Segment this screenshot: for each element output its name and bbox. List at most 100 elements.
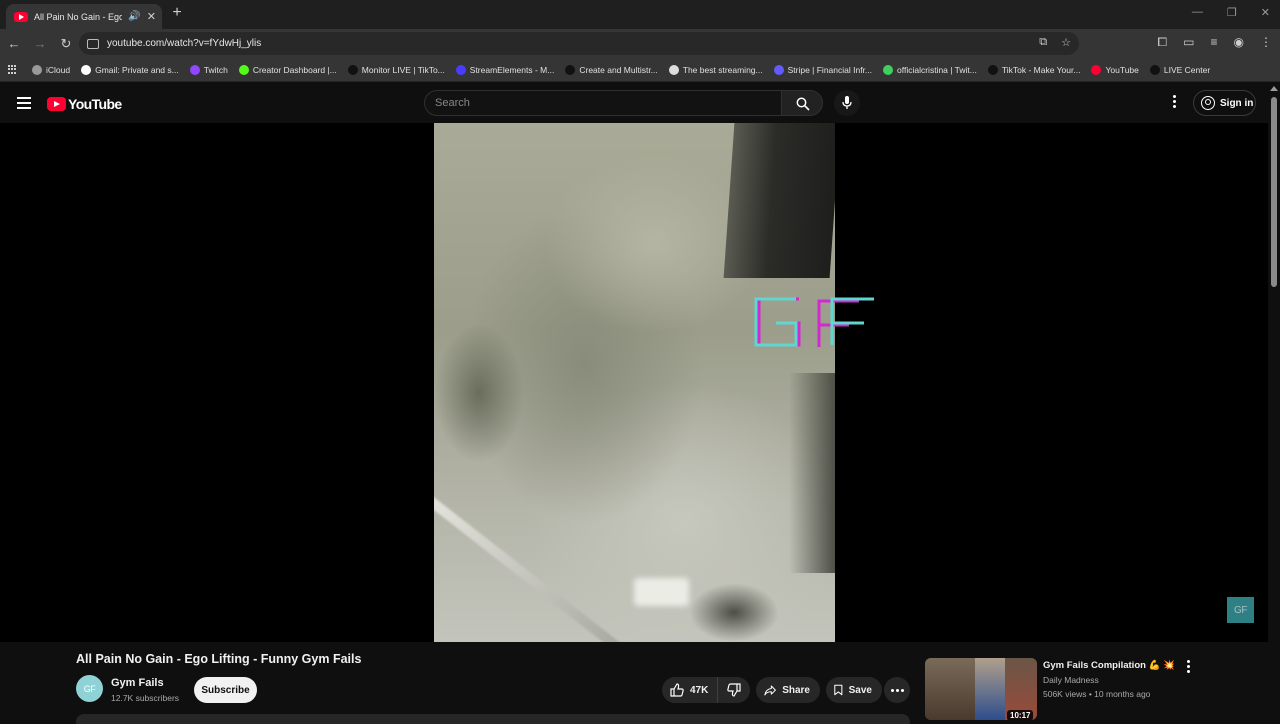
channel-avatar[interactable]: GF bbox=[76, 675, 103, 702]
guide-menu-icon[interactable] bbox=[17, 97, 31, 109]
bookmark-label: Creator Dashboard |... bbox=[252, 64, 337, 75]
google-icon bbox=[81, 64, 92, 75]
close-window-icon[interactable]: ✕ bbox=[1261, 6, 1270, 19]
bookmark-label: iCloud bbox=[46, 64, 71, 75]
bookmark-item[interactable]: Creator Dashboard |... bbox=[238, 64, 337, 75]
recommended-thumbnail[interactable]: 10:17 bbox=[925, 658, 1037, 720]
back-button[interactable]: ← bbox=[2, 32, 26, 56]
bookmark-label: StreamElements - M... bbox=[469, 64, 555, 75]
browser-tab-strip: All Pain No Gain - Ego Lifting 🔊 ✕ + — ❐… bbox=[0, 0, 1280, 29]
description-box[interactable] bbox=[76, 714, 910, 724]
bookmark-item[interactable]: Twitch bbox=[189, 64, 228, 75]
diamond-icon bbox=[668, 64, 679, 75]
bookmark-item[interactable]: The best streaming... bbox=[668, 64, 763, 75]
dislike-button[interactable] bbox=[718, 677, 750, 703]
settings-more-icon[interactable] bbox=[1170, 95, 1178, 111]
recommended-title[interactable]: Gym Fails Compilation 💪 💥 bbox=[1043, 660, 1175, 671]
address-bar[interactable]: youtube.com/watch?v=fYdwHj_ylis ⧉ ☆ bbox=[79, 32, 1079, 55]
share-button[interactable]: Share bbox=[756, 677, 820, 703]
video-title: All Pain No Gain - Ego Lifting - Funny G… bbox=[76, 652, 362, 666]
url-text[interactable]: youtube.com/watch?v=fYdwHj_ylis bbox=[107, 38, 261, 49]
restream-icon bbox=[565, 64, 576, 75]
tiktok-icon bbox=[1149, 64, 1160, 75]
bookmark-item[interactable]: Stripe | Financial Infr... bbox=[773, 64, 873, 75]
search-input[interactable]: Search bbox=[424, 90, 782, 116]
share-icon bbox=[764, 685, 776, 695]
tab-title: All Pain No Gain - Ego Lifting bbox=[34, 11, 123, 22]
scrollbar-thumb[interactable] bbox=[1271, 97, 1277, 287]
subscriber-count: 12.7K subscribers bbox=[111, 693, 180, 703]
youtube-masthead: YouTube Search Sign in bbox=[0, 83, 1280, 123]
recommended-more-icon[interactable] bbox=[1185, 660, 1191, 674]
twitch-icon bbox=[189, 64, 200, 75]
site-info-icon[interactable] bbox=[87, 38, 99, 49]
channel-name[interactable]: Gym Fails bbox=[111, 677, 164, 689]
streamelements-icon bbox=[455, 64, 466, 75]
bookmark-item[interactable]: officialcristina | Twit... bbox=[883, 64, 977, 75]
window-controls: — ❐ ✕ bbox=[1192, 6, 1270, 19]
new-tab-button[interactable]: + bbox=[168, 4, 186, 22]
minimize-icon[interactable]: — bbox=[1192, 6, 1203, 19]
search-button[interactable] bbox=[781, 90, 823, 116]
like-button[interactable]: 47K bbox=[662, 677, 718, 703]
bookmark-item[interactable]: Monitor LIVE | TikTo... bbox=[347, 64, 445, 75]
more-actions-button[interactable] bbox=[884, 677, 910, 703]
microphone-icon bbox=[842, 96, 852, 109]
bookmark-item[interactable]: TikTok - Make Your... bbox=[987, 64, 1080, 75]
profile-icon[interactable]: ◉ bbox=[1234, 35, 1244, 50]
duration-badge: 10:17 bbox=[1007, 710, 1034, 720]
scroll-up-arrow-icon[interactable] bbox=[1270, 86, 1278, 91]
share-label: Share bbox=[782, 684, 810, 696]
bookmark-label: The best streaming... bbox=[682, 64, 763, 75]
youtube-icon bbox=[1091, 64, 1102, 75]
bookmark-item[interactable]: YouTube bbox=[1091, 64, 1139, 75]
subscribe-button[interactable]: Subscribe bbox=[194, 677, 257, 703]
bookmark-item[interactable]: Create and Multistr... bbox=[565, 64, 658, 75]
video-frame bbox=[434, 123, 835, 642]
thumbs-up-icon bbox=[670, 683, 684, 697]
browser-toolbar: ← → ↻ youtube.com/watch?v=fYdwHj_ylis ⧉ … bbox=[0, 29, 1280, 58]
bookmark-item[interactable]: StreamElements - M... bbox=[455, 64, 555, 75]
bookmarks-bar: iCloud Gmail: Private and s... Twitch Creat… bbox=[0, 58, 1280, 82]
browser-menu-icon[interactable]: ⋮ bbox=[1260, 35, 1272, 50]
save-label: Save bbox=[848, 684, 872, 696]
speaker-icon[interactable]: 🔊 bbox=[128, 11, 140, 22]
search-icon bbox=[796, 97, 810, 111]
youtube-favicon-icon bbox=[14, 11, 28, 22]
recommended-video[interactable]: 10:17 Gym Fails Compilation 💪 💥 Daily Ma… bbox=[925, 658, 1265, 720]
channel-corner-watermark[interactable]: GF bbox=[1227, 597, 1254, 623]
bookmark-item[interactable]: LIVE Center bbox=[1149, 64, 1211, 75]
recommended-meta: 506K views • 10 months ago bbox=[1043, 689, 1151, 699]
media-controls-icon[interactable]: ≡ bbox=[1211, 35, 1218, 50]
bookmark-item[interactable]: Gmail: Private and s... bbox=[81, 64, 179, 75]
bookmark-label: LIVE Center bbox=[1163, 64, 1211, 75]
bookmark-label: Twitch bbox=[203, 64, 228, 75]
install-app-icon[interactable]: ⧉ bbox=[1039, 36, 1047, 49]
apps-grid-icon[interactable] bbox=[8, 64, 18, 75]
bookmark-item[interactable]: iCloud bbox=[32, 64, 71, 75]
bookmark-label: Stripe | Financial Infr... bbox=[787, 64, 873, 75]
reload-button[interactable]: ↻ bbox=[54, 32, 78, 56]
close-tab-icon[interactable]: ✕ bbox=[147, 10, 156, 23]
video-info-section: All Pain No Gain - Ego Lifting - Funny G… bbox=[0, 642, 1268, 724]
recommended-channel[interactable]: Daily Madness bbox=[1043, 675, 1099, 685]
forward-button[interactable]: → bbox=[28, 32, 52, 56]
video-player[interactable]: GF bbox=[0, 123, 1268, 642]
sign-in-button[interactable]: Sign in bbox=[1193, 90, 1256, 116]
save-button[interactable]: Save bbox=[826, 677, 882, 703]
apple-icon bbox=[32, 64, 42, 75]
gym-fails-watermark-logo bbox=[754, 297, 874, 347]
twitch-green-icon bbox=[883, 64, 894, 75]
bookmark-star-icon[interactable]: ☆ bbox=[1061, 36, 1071, 49]
tiktok-icon bbox=[347, 64, 358, 75]
youtube-logo[interactable]: YouTube bbox=[47, 96, 122, 112]
extensions-icon[interactable]: ⧠ bbox=[1158, 35, 1168, 50]
tab-search-icon[interactable]: ▭ bbox=[1183, 35, 1194, 50]
sign-in-label: Sign in bbox=[1220, 97, 1254, 109]
voice-search-button[interactable] bbox=[834, 90, 860, 116]
browser-tab-active[interactable]: All Pain No Gain - Ego Lifting 🔊 ✕ bbox=[6, 4, 162, 29]
restore-icon[interactable]: ❐ bbox=[1227, 6, 1237, 19]
page-scrollbar[interactable] bbox=[1268, 83, 1280, 720]
youtube-logo-text: YouTube bbox=[68, 96, 122, 112]
tiktok-icon bbox=[987, 64, 998, 75]
